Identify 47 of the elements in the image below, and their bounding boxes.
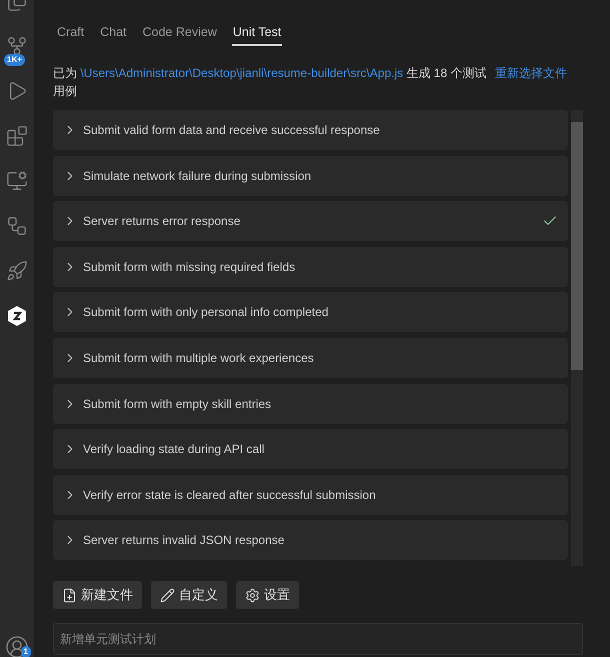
test-case-item[interactable]: Submit form with only personal info completed [53, 292, 568, 332]
scrollbar-thumb[interactable] [571, 122, 583, 370]
rocket-icon [6, 260, 28, 282]
scrollbar[interactable] [571, 110, 583, 566]
settings-icon [245, 588, 260, 602]
info-text: 已为 \Users\Administrator\Desktop\jianli\resume-builder\src\App.js 生成 18 个测试用例 [53, 65, 488, 100]
edit-button[interactable]: 自定义 [151, 581, 227, 609]
test-case-item[interactable]: Server returns error response [53, 201, 568, 242]
count-badge: 1 [20, 646, 31, 657]
test-case-item[interactable]: Submit form with empty skill entries [53, 384, 568, 424]
source-control-tab[interactable]: 1K+ [0, 23, 34, 68]
test-case-title: Submit valid form data and receive successful response [83, 123, 381, 137]
pencil-icon [160, 588, 175, 602]
test-case-item[interactable]: Submit valid form data and receive successful response [53, 110, 568, 150]
test-case-title: Server returns error response [83, 214, 242, 228]
branch-icon [6, 34, 28, 56]
network-icon [6, 214, 28, 236]
test-case-title: Server returns invalid JSON response [83, 533, 286, 548]
tab[interactable]: Unit Test [232, 22, 282, 46]
settings-button[interactable]: 设置 [236, 581, 299, 609]
test-case-item[interactable]: Simulate network failure during submission [53, 156, 568, 196]
test-case-title: Submit form with only personal info completed [83, 305, 330, 320]
test-case-title: Verify loading state during API call [83, 442, 266, 456]
count-badge: 1K+ [4, 54, 25, 66]
new-file-button[interactable]: 新建文件 [53, 581, 142, 609]
test-case-item[interactable]: Submit form with multiple work experiences [53, 338, 568, 378]
reselect-file-link[interactable]: 重新选择文件 [495, 64, 567, 82]
input-field[interactable]: 新增单元测试计划 [53, 623, 583, 655]
test-case-title: Submit form with empty skill entries [83, 396, 272, 411]
test-case-item[interactable]: Server returns invalid JSON response [53, 520, 568, 560]
test-case-item[interactable]: Submit form with missing required fields [53, 246, 568, 287]
file-plus-icon [62, 588, 77, 602]
test-case-title: Submit form with missing required fields [83, 260, 296, 274]
tab[interactable]: Craft [56, 22, 86, 46]
test-case-title: Simulate network failure during submission [83, 168, 312, 183]
blocks-icon [6, 124, 28, 146]
account-icon [5, 634, 29, 657]
tab[interactable]: Code Review [142, 22, 218, 46]
test-case-title: Verify error state is cleared after successful submission [83, 488, 377, 502]
logo-icon [7, 304, 27, 326]
file-path-link[interactable]: \Users\Administrator\Desktop\jianli\resume-builder\src\App.js [80, 66, 404, 80]
account-button[interactable]: 1 [0, 624, 34, 657]
test-case-item[interactable]: Verify error state is cleared after successful submission [53, 474, 568, 515]
tab[interactable]: Chat [99, 22, 128, 46]
test-case-title: Submit form with multiple work experiences [83, 350, 315, 365]
test-case-item[interactable]: Verify loading state during API call [53, 429, 568, 470]
monitor-icon [6, 170, 28, 192]
